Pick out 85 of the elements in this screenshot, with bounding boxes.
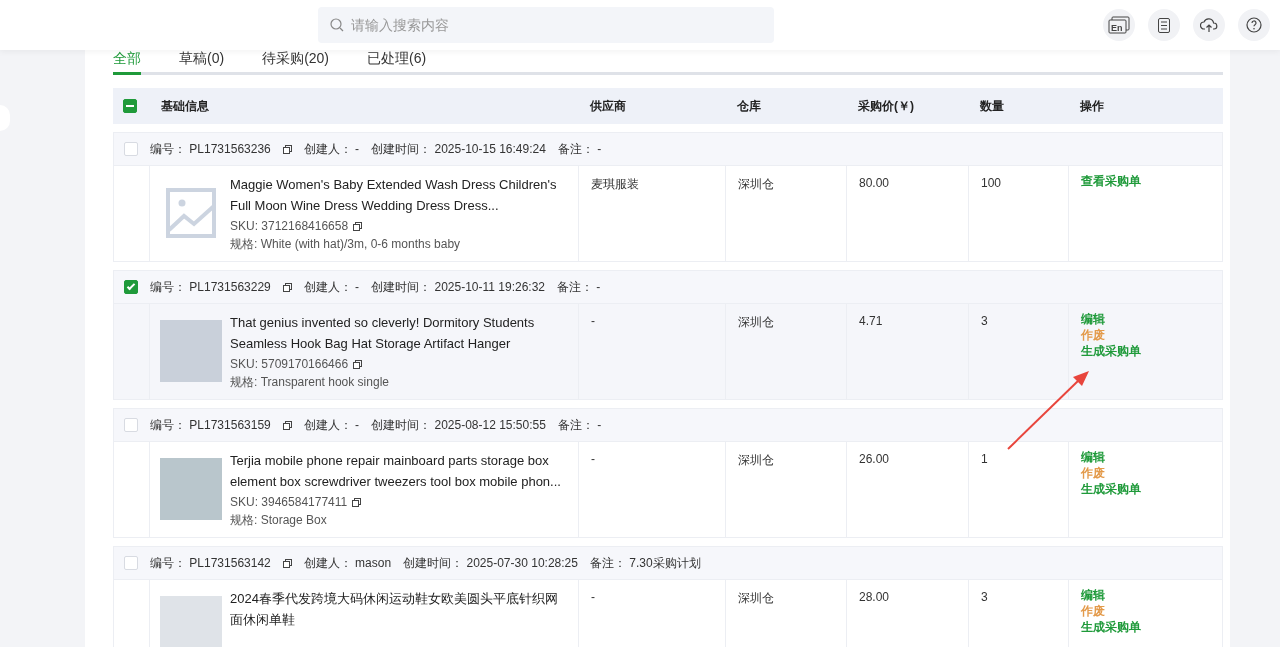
language-icon: En xyxy=(1108,16,1130,34)
supplier-cell: - xyxy=(579,580,726,647)
product-photo xyxy=(160,596,222,647)
product-title: Maggie Women's Baby Extended Wash Dress Children's Full Moon Wine Dress Wedding Dress Dress... xyxy=(230,176,558,215)
quantity-cell: 3 xyxy=(969,304,1069,399)
copy-icon[interactable] xyxy=(353,359,363,369)
sku-text: SKU: 5709170166466 xyxy=(230,357,349,371)
action-link[interactable]: 生成采购单 xyxy=(1081,481,1141,497)
column-header: 操作 xyxy=(1079,97,1105,115)
price-cell: 80.00 xyxy=(847,166,969,261)
price-cell: 28.00 xyxy=(847,580,969,647)
copy-icon[interactable] xyxy=(353,221,363,231)
search-field[interactable]: 请输入搜索内容 xyxy=(318,7,774,43)
order-field: 编号： PL1731563159 xyxy=(150,416,271,434)
price-cell: 4.71 xyxy=(847,304,969,399)
select-all-checkbox[interactable] xyxy=(123,99,137,113)
tab[interactable]: 草稿(0) xyxy=(179,50,225,75)
action-link[interactable]: 作废 xyxy=(1081,603,1105,619)
order-field: 备注： - xyxy=(557,140,602,158)
quantity-cell: 1 xyxy=(969,442,1069,537)
warehouse-cell: 深圳仓 xyxy=(726,442,847,537)
tab[interactable]: 待采购(20) xyxy=(262,50,330,75)
image-placeholder-icon xyxy=(166,188,216,238)
cloud-upload-icon xyxy=(1200,17,1218,33)
column-header: 基础信息 xyxy=(160,97,210,115)
sku-text: SKU: 3946584177411 xyxy=(230,495,348,509)
action-link[interactable]: 生成采购单 xyxy=(1081,619,1141,635)
quantity-cell: 3 xyxy=(969,580,1069,647)
action-link[interactable]: 编辑 xyxy=(1081,449,1105,465)
order-field: 创建人： - xyxy=(303,416,360,434)
price-cell: 26.00 xyxy=(847,442,969,537)
supplier-cell: - xyxy=(579,304,726,399)
order-field: 编号： PL1731563229 xyxy=(150,278,271,296)
toolbar-button[interactable] xyxy=(1148,9,1180,41)
tab[interactable]: 已处理(6) xyxy=(367,50,427,75)
order-field: 创建人： - xyxy=(303,278,360,296)
order-field: 编号： PL1731563142 xyxy=(150,554,271,572)
copy-icon[interactable] xyxy=(282,144,292,154)
product-title: That genius invented so cleverly! Dormitory Students Seamless Hook Bag Hat Storage Artifact Hanger xyxy=(230,314,536,353)
copy-icon[interactable] xyxy=(282,282,292,292)
order-field: 创建人： - xyxy=(303,140,360,158)
column-header: 数量 xyxy=(979,97,1005,115)
order-field: 创建时间： 2025-10-15 16:49:24 xyxy=(371,140,546,158)
tab[interactable]: 全部 xyxy=(113,50,141,75)
action-link[interactable]: 作废 xyxy=(1081,465,1105,481)
supplier-cell: 麦琪服装 xyxy=(579,166,726,261)
copy-icon[interactable] xyxy=(282,420,292,430)
spec-text: 规格: Transparent hook single xyxy=(230,374,390,391)
product-title: Terjia mobile phone repair mainboard parts storage box element box screwdriver tweezers tool box mobile phon... xyxy=(230,452,562,491)
row-checkbox[interactable] xyxy=(124,280,138,294)
quantity-cell: 100 xyxy=(969,166,1069,261)
action-link[interactable]: 查看采购单 xyxy=(1081,173,1141,189)
action-link[interactable]: 编辑 xyxy=(1081,311,1105,327)
sku-text: SKU: 3712168416658 xyxy=(230,219,349,233)
help-icon xyxy=(1246,17,1262,33)
warehouse-cell: 深圳仓 xyxy=(726,580,847,647)
product-photo xyxy=(160,320,222,382)
order-field: 创建时间： 2025-08-12 15:50:55 xyxy=(371,416,546,434)
spec-text: 规格: White (with hat)/3m, 0-6 months baby xyxy=(230,236,462,253)
copy-icon[interactable] xyxy=(282,558,292,568)
order-field: 备注： - xyxy=(557,278,601,296)
toolbar-button[interactable]: En xyxy=(1103,9,1135,41)
order-field: 创建时间： 2025-10-11 19:26:32 xyxy=(371,278,545,296)
order-field: 编号： PL1731563236 xyxy=(150,140,271,158)
action-link[interactable]: 作废 xyxy=(1081,327,1105,343)
copy-icon[interactable] xyxy=(352,497,362,507)
action-link[interactable]: 生成采购单 xyxy=(1081,343,1141,359)
supplier-cell: - xyxy=(579,442,726,537)
document-icon xyxy=(1158,17,1170,33)
toolbar-button[interactable] xyxy=(1238,9,1270,41)
column-header: 供应商 xyxy=(589,97,627,115)
warehouse-cell: 深圳仓 xyxy=(726,304,847,399)
column-header: 采购价(￥) xyxy=(857,97,915,115)
warehouse-cell: 深圳仓 xyxy=(726,166,847,261)
action-link[interactable]: 编辑 xyxy=(1081,587,1105,603)
order-field: 创建时间： 2025-07-30 10:28:25 xyxy=(403,554,578,572)
product-photo xyxy=(160,458,222,520)
toolbar-button[interactable] xyxy=(1193,9,1225,41)
search-icon xyxy=(330,18,344,32)
order-field: 备注： - xyxy=(557,416,602,434)
column-header: 仓库 xyxy=(736,97,762,115)
order-field: 备注： 7.30采购计划 xyxy=(589,554,701,572)
order-field: 创建人： mason xyxy=(303,554,392,572)
spec-text: 规格: Storage Box xyxy=(230,512,328,529)
product-title: 2024春季代发跨境大码休闲运动鞋女欧美圆头平底针织网面休闲单鞋 xyxy=(230,590,559,629)
